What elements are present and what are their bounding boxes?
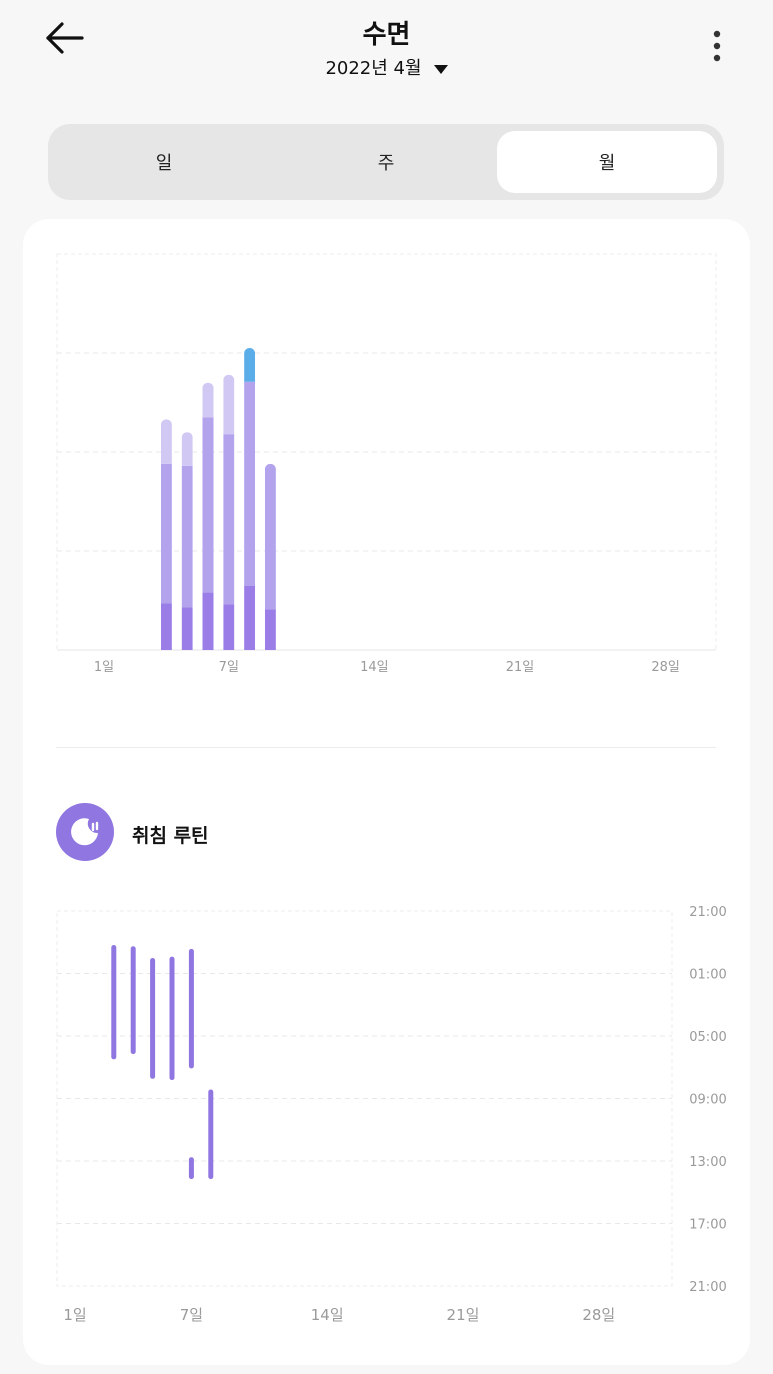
routine-chart: 21:00 01:00 05:00 09:00 13:00 17:00 21:00 1일 7일 1… — [56, 905, 727, 1324]
routine-x-tick: 7일 — [180, 1306, 203, 1324]
routine-y-tick: 01:00 — [689, 968, 726, 983]
routine-y-tick: 09:00 — [689, 1093, 726, 1108]
routine-y-tick: 05:00 — [689, 1030, 726, 1045]
routine-x-tick: 1일 — [63, 1306, 86, 1324]
routine-x-tick: 14일 — [311, 1306, 344, 1324]
routine-x-tick: 21일 — [447, 1306, 480, 1324]
routine-y-tick: 17:00 — [689, 1218, 726, 1233]
routine-x-tick: 28일 — [582, 1306, 615, 1324]
routine-y-tick: 21:00 — [689, 905, 726, 920]
routine-y-tick: 13:00 — [689, 1155, 726, 1170]
routine-y-tick: 21:00 — [689, 1280, 726, 1295]
